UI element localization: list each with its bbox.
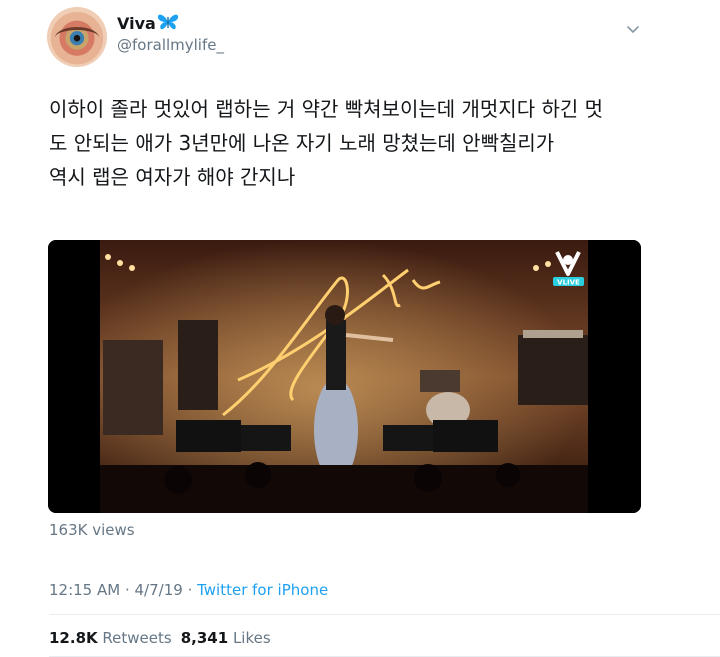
retweets-label: Retweets (102, 629, 172, 647)
video-player[interactable]: VLIVE (48, 240, 641, 513)
engagement-stats: 12.8K Retweets 8,341 Likes (49, 629, 271, 647)
butterfly-icon (157, 13, 179, 35)
likes-label: Likes (232, 629, 271, 647)
tweet-source-link[interactable]: Twitter for iPhone (197, 581, 328, 599)
avatar-eye-art (55, 27, 99, 48)
avatar[interactable] (47, 7, 107, 67)
author-handle[interactable]: @forallmylife_ (117, 36, 224, 54)
vlive-badge-text: VLIVE (557, 279, 580, 287)
meta-separator: · (120, 581, 135, 599)
meta-separator: · (182, 581, 198, 599)
likes-stat[interactable]: 8,341 Likes (181, 629, 271, 647)
chevron-down-icon[interactable] (626, 22, 640, 36)
divider (49, 614, 720, 615)
retweets-stat[interactable]: 12.8K Retweets (49, 629, 172, 647)
view-count: 163K views (49, 521, 135, 539)
tweet-time: 12:15 AM (49, 581, 121, 599)
tweet-text: 이하이 졸라 멋있어 랩하는 거 약간 빡쳐보이는데 개멋지다 하긴 멋 도 안… (49, 97, 604, 189)
tweet-date: 4/7/19 (134, 581, 183, 599)
likes-count: 8,341 (180, 629, 229, 647)
author-display-name-text: Viva (117, 14, 156, 33)
retweets-count: 12.8K (49, 629, 98, 647)
tweet-meta: 12:15 AM · 4/7/19 · Twitter for iPhone (49, 581, 328, 599)
author-display-name[interactable]: Viva (117, 13, 179, 35)
